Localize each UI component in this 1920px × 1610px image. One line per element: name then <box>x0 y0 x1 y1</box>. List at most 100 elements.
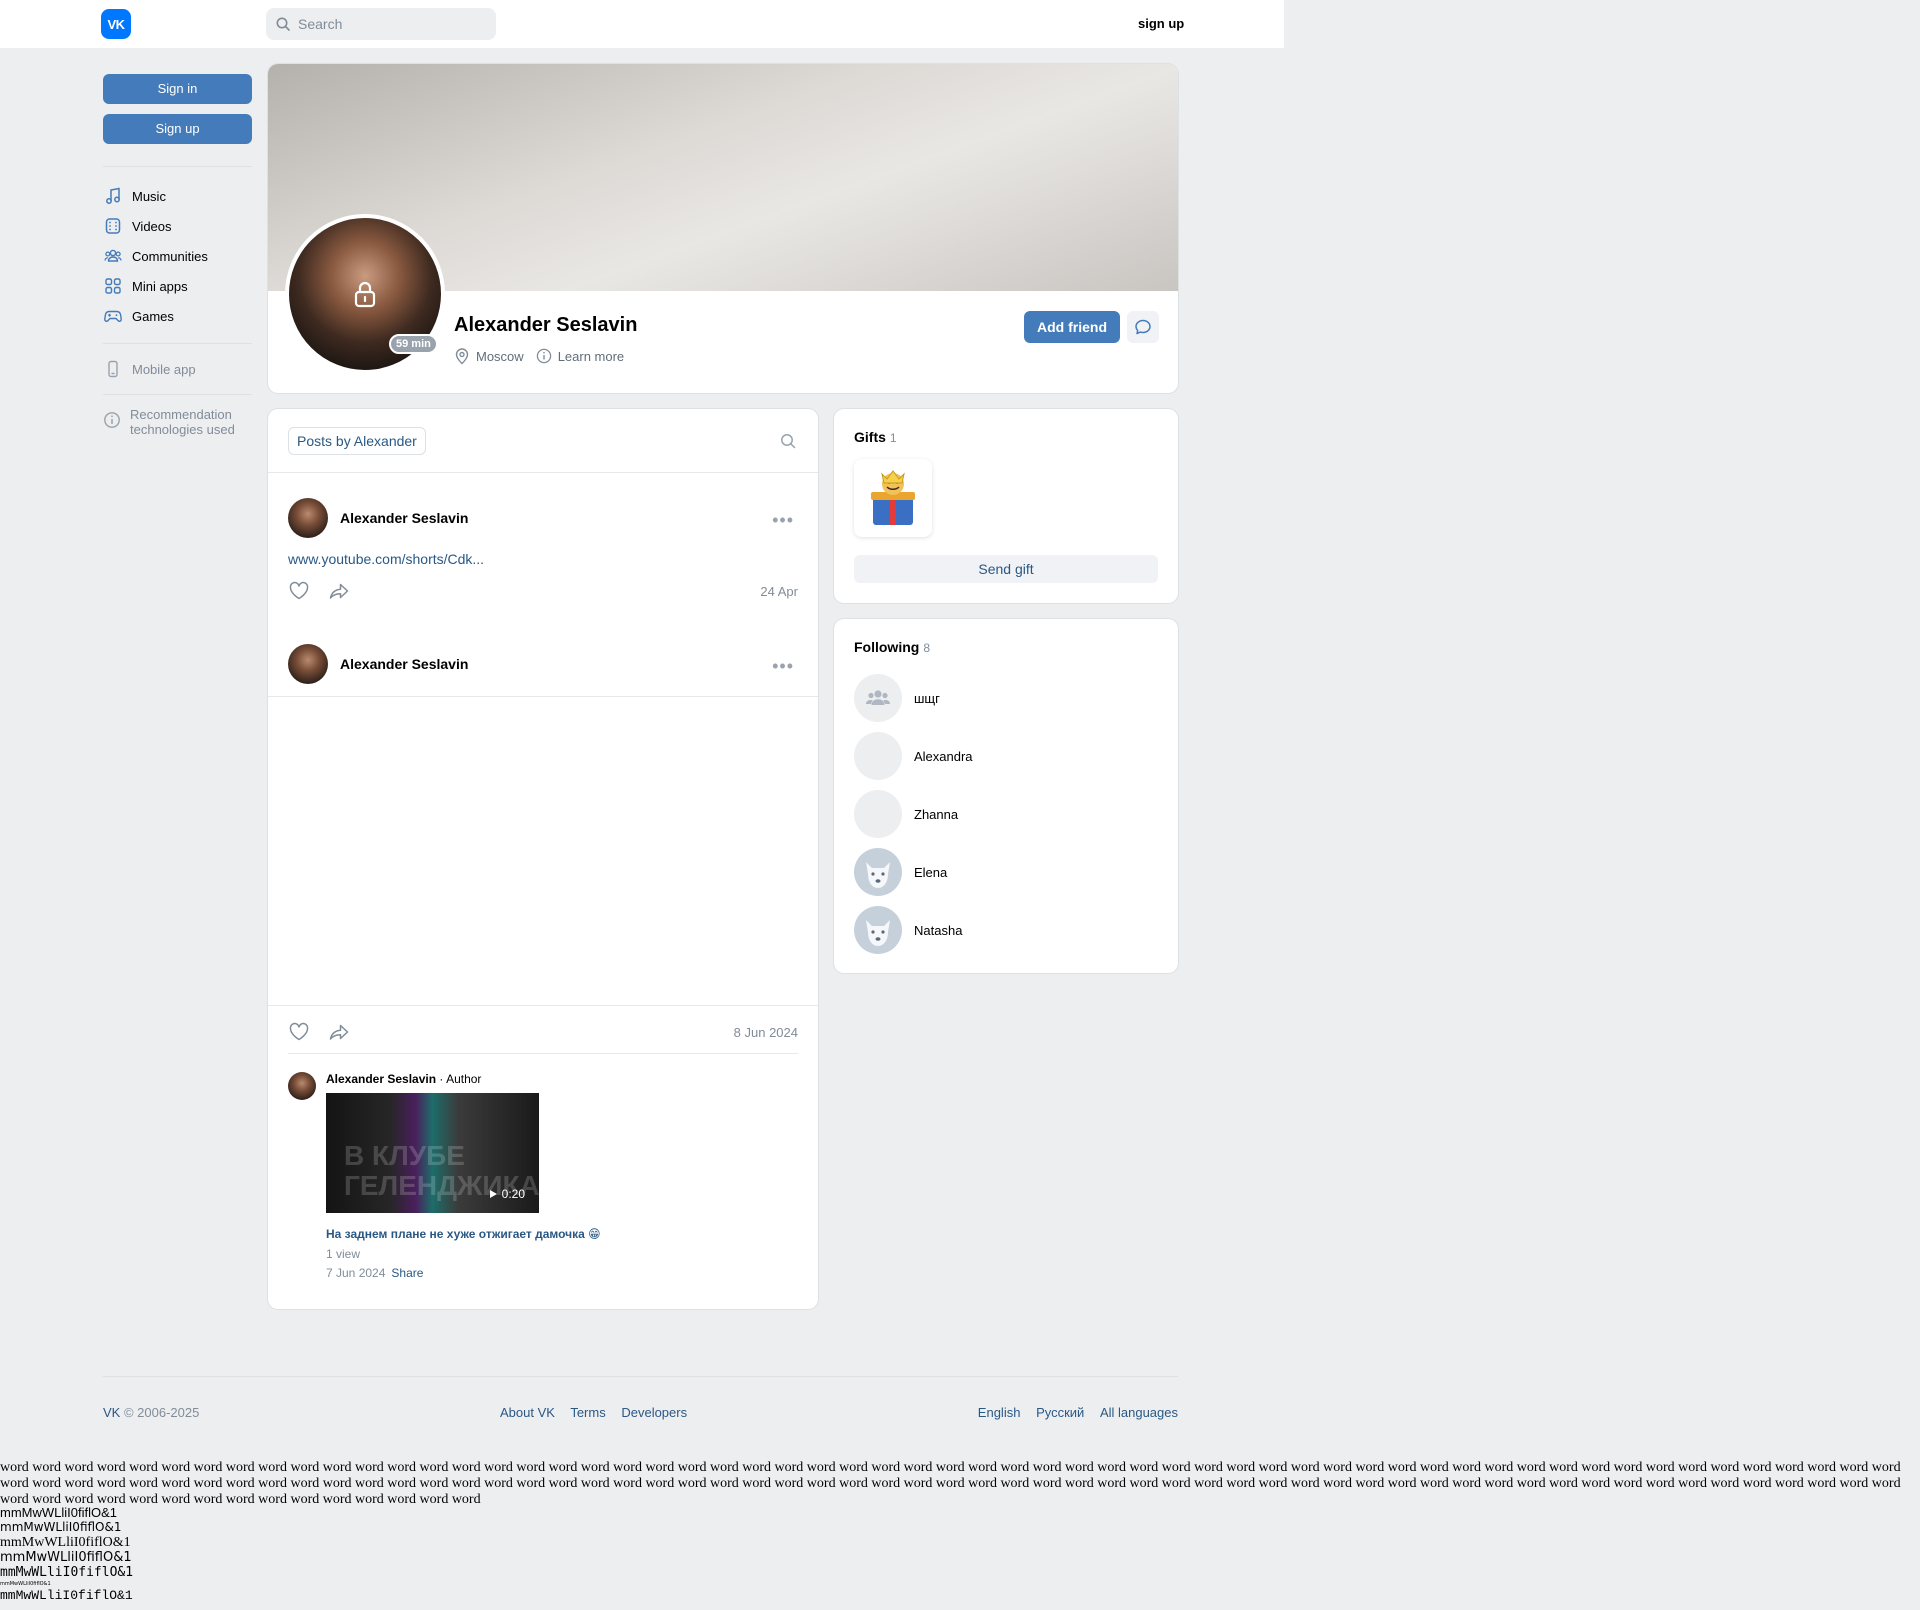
sidebar-item-label: Recommendation technologies used <box>130 407 235 437</box>
sidebar-divider <box>103 394 252 395</box>
play-icon <box>489 1190 497 1198</box>
following-item[interactable]: Zhanna <box>854 790 958 838</box>
communities-icon <box>103 246 123 266</box>
post-author-avatar[interactable] <box>288 644 328 684</box>
sidebar-item-mobile-app[interactable]: Mobile app <box>103 354 252 384</box>
gifts-title-label: Gifts <box>854 429 886 445</box>
empty-avatar <box>854 790 902 838</box>
video-thumbnail[interactable]: В КЛУБЕ ГЕЛЕНДЖИКА 0:20 <box>326 1093 539 1213</box>
send-gift-button[interactable]: Send gift <box>854 555 1158 583</box>
post-author-avatar[interactable] <box>288 498 328 538</box>
comment-meta: 7 Jun 2024 Share <box>326 1266 423 1280</box>
tab-posts-by-alexander[interactable]: Posts by Alexander <box>288 427 426 455</box>
glyph-test-block: mmMwWLliI0fiflO&1 mmMwWLliI0fiflO&1 mmMw… <box>0 1505 133 1603</box>
glyph-line: mmMwWLliI0fiflO&1 <box>0 1588 133 1603</box>
dog-icon <box>854 906 902 954</box>
sidebar-item-label: Mini apps <box>132 278 188 294</box>
post-date: 8 Jun 2024 <box>733 1025 798 1040</box>
post-author-name[interactable]: Alexander Seslavin <box>340 656 468 672</box>
share-icon[interactable] <box>328 1021 350 1046</box>
share-icon[interactable] <box>328 580 350 605</box>
phone-icon <box>103 359 123 379</box>
gifts-card: Gifts 1 Send gift <box>834 409 1178 603</box>
following-title-label: Following <box>854 639 920 655</box>
search-icon <box>276 17 290 31</box>
sidebar-item-recommendation[interactable]: Recommendation technologies used <box>103 407 252 437</box>
comment-author-name[interactable]: Alexander Seslavin <box>326 1072 436 1086</box>
post-link[interactable]: www.youtube.com/shorts/Cdk... <box>288 551 484 567</box>
search-input[interactable] <box>298 16 478 32</box>
following-name: шщг <box>914 690 940 706</box>
post-actions: 8 Jun 2024 <box>288 1021 798 1045</box>
sidebar-item-games[interactable]: Games <box>103 301 252 331</box>
post-author-name[interactable]: Alexander Seslavin <box>340 510 468 526</box>
gift-box-icon <box>871 470 915 525</box>
video-duration: 0:20 <box>488 1187 525 1201</box>
mini-apps-icon <box>103 276 123 296</box>
post-header: Alexander Seslavin ••• <box>268 498 818 538</box>
location-pin-icon <box>455 348 469 365</box>
wall-search-button[interactable] <box>780 433 796 452</box>
footer-lang-all[interactable]: All languages <box>1100 1405 1178 1420</box>
post-divider <box>268 1005 818 1006</box>
following-item[interactable]: Natasha <box>854 906 962 954</box>
following-title[interactable]: Following 8 <box>854 639 930 655</box>
glyph-line: mmMwWLliI0fiflO&1 <box>0 1520 122 1534</box>
following-name: Zhanna <box>914 806 959 822</box>
comment-share-link[interactable]: Share <box>391 1266 423 1280</box>
footer-copyright: VK © 2006-2025 <box>103 1405 199 1420</box>
sidebar-item-label: Games <box>132 308 174 324</box>
sidebar-item-music[interactable]: Music <box>103 181 252 211</box>
comment-author[interactable]: Alexander Seslavin · Author <box>326 1072 481 1086</box>
like-heart-icon[interactable] <box>288 580 310 605</box>
more-options-icon[interactable]: ••• <box>772 656 794 677</box>
sidebar-item-label: Communities <box>132 248 208 264</box>
footer-developers-link[interactable]: Developers <box>621 1405 687 1420</box>
comment-author-role: · Author <box>436 1072 482 1086</box>
footer-lang-english[interactable]: English <box>978 1405 1021 1420</box>
post-date: 24 Apr <box>760 584 798 599</box>
sign-in-button[interactable]: Sign in <box>103 74 252 104</box>
following-item[interactable]: шщг <box>854 674 940 722</box>
header-sign-up-link[interactable]: sign up <box>1138 16 1184 31</box>
message-button[interactable] <box>1127 311 1159 343</box>
sign-up-button[interactable]: Sign up <box>103 114 252 144</box>
vk-logo[interactable]: VK <box>101 9 131 39</box>
following-item[interactable]: Alexandra <box>854 732 973 780</box>
video-title-link[interactable]: На заднем плане не хуже отжигает дамочка… <box>326 1227 601 1241</box>
post-media-area[interactable] <box>268 697 818 1004</box>
following-card: Following 8 шщг Alexandra Zhanna Elena Na… <box>834 619 1178 973</box>
comment-date: 7 Jun 2024 <box>326 1266 386 1280</box>
more-options-icon[interactable]: ••• <box>772 510 794 531</box>
games-icon <box>103 306 123 326</box>
sidebar-item-label: Videos <box>132 218 172 234</box>
search-box[interactable] <box>266 8 496 40</box>
comment-author-avatar[interactable] <box>288 1072 316 1100</box>
wall-header: Posts by Alexander <box>268 409 818 473</box>
learn-more-link[interactable]: Learn more <box>536 348 624 364</box>
gifts-count: 1 <box>889 431 897 445</box>
like-heart-icon[interactable] <box>288 1021 310 1046</box>
music-icon <box>103 186 123 206</box>
gift-item[interactable] <box>854 459 932 537</box>
message-icon <box>1135 319 1151 335</box>
sidebar-item-mini-apps[interactable]: Mini apps <box>103 271 252 301</box>
empty-avatar <box>854 732 902 780</box>
gifts-title[interactable]: Gifts 1 <box>854 429 897 445</box>
following-item[interactable]: Elena <box>854 848 947 896</box>
community-icon <box>854 674 902 722</box>
footer-copyright-years: © 2006-2025 <box>120 1405 200 1420</box>
video-views: 1 view <box>326 1247 361 1261</box>
add-friend-button[interactable]: Add friend <box>1024 311 1120 343</box>
following-name: Natasha <box>914 922 963 938</box>
sidebar-item-communities[interactable]: Communities <box>103 241 252 271</box>
profile-meta: Moscow Learn more <box>454 347 636 365</box>
footer-about-link[interactable]: About VK <box>500 1405 555 1420</box>
footer-terms-link[interactable]: Terms <box>570 1405 605 1420</box>
glyph-line: mmMwWLliI0fiflO&1 <box>0 1505 118 1520</box>
footer-brand-link[interactable]: VK <box>103 1405 120 1420</box>
following-count: 8 <box>923 641 931 655</box>
sidebar-item-videos[interactable]: Videos <box>103 211 252 241</box>
sidebar-item-label: Mobile app <box>132 361 196 377</box>
footer-lang-russian[interactable]: Русский <box>1036 1405 1084 1420</box>
